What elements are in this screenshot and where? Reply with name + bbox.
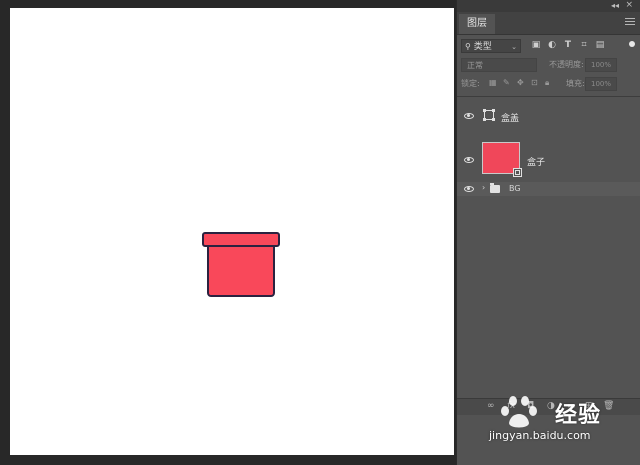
type-filter-icon[interactable]: T — [563, 40, 573, 50]
chevron-down-icon: ⌄ — [511, 43, 517, 51]
folder-icon — [490, 183, 500, 193]
lock-label: 锁定: — [461, 79, 480, 88]
collapse-panel-icon[interactable]: ◂◂ — [611, 1, 619, 10]
canvas-area — [0, 0, 456, 465]
filter-toggle[interactable] — [629, 41, 635, 47]
shape-filter-icon[interactable]: ⌗ — [579, 40, 589, 50]
visibility-eye-icon[interactable] — [464, 157, 474, 163]
blend-row: 正常 不透明度: 100% — [457, 58, 640, 74]
tab-layers[interactable]: 图层 — [459, 14, 495, 34]
panel-menu-icon[interactable] — [625, 18, 635, 26]
watermark: 经验 jingyan.baidu.com — [485, 393, 635, 453]
layer-filter-row: ⚲ 类型 ⌄ ▣ ◐ T ⌗ ▤ — [457, 37, 640, 55]
watermark-url: jingyan.baidu.com — [489, 429, 591, 442]
lock-row: 锁定: ▦ ✎ ✥ ⊡ 🔒︎ 填充: 100% — [457, 77, 640, 93]
lock-artboard-icon[interactable]: ⊡ — [531, 78, 538, 87]
smart-object-filter-icon[interactable]: ▤ — [595, 40, 605, 50]
gift-box-artwork[interactable] — [200, 230, 284, 300]
filter-kind-select[interactable]: ⚲ 类型 ⌄ — [461, 39, 521, 53]
layer-name: BG — [509, 184, 521, 193]
smart-object-icon — [483, 109, 495, 121]
watermark-text: 经验 — [555, 403, 602, 428]
document-canvas[interactable] — [10, 8, 454, 455]
opacity-field[interactable]: 100% — [585, 58, 617, 72]
blend-mode-select[interactable]: 正常 — [461, 58, 537, 72]
layer-row[interactable]: › BG — [457, 182, 640, 196]
baidu-paw-logo — [501, 396, 537, 428]
adjustment-filter-icon[interactable]: ◐ — [547, 40, 557, 50]
lock-transparent-icon[interactable]: ▦ — [489, 78, 497, 87]
layer-name: 盒盖 — [501, 114, 520, 124]
divider — [457, 96, 640, 97]
visibility-eye-icon[interactable] — [464, 186, 474, 192]
fill-label: 填充: — [566, 79, 585, 88]
visibility-eye-icon[interactable] — [464, 113, 474, 119]
layer-row[interactable]: 盒盖 — [457, 104, 640, 128]
smart-object-badge-icon — [513, 168, 522, 177]
lock-position-icon[interactable]: ✥ — [517, 78, 524, 87]
filter-kind-label: 类型 — [473, 42, 492, 52]
panel-tab-row: 图层 — [457, 12, 640, 35]
layer-row[interactable]: 盒子 — [457, 140, 640, 180]
chevron-right-icon[interactable]: › — [482, 183, 485, 192]
fill-field[interactable]: 100% — [585, 77, 617, 91]
lock-all-icon[interactable]: 🔒︎ — [545, 78, 549, 88]
panel-title-bar: ◂◂ × — [457, 0, 640, 12]
box-body — [207, 243, 275, 297]
box-lid — [202, 232, 280, 247]
layer-name: 盒子 — [527, 158, 546, 168]
image-filter-icon[interactable]: ▣ — [531, 40, 541, 50]
opacity-label: 不透明度: — [549, 60, 584, 69]
search-icon: ⚲ — [465, 42, 471, 51]
close-panel-icon[interactable]: × — [625, 0, 633, 10]
lock-image-icon[interactable]: ✎ — [503, 78, 510, 87]
